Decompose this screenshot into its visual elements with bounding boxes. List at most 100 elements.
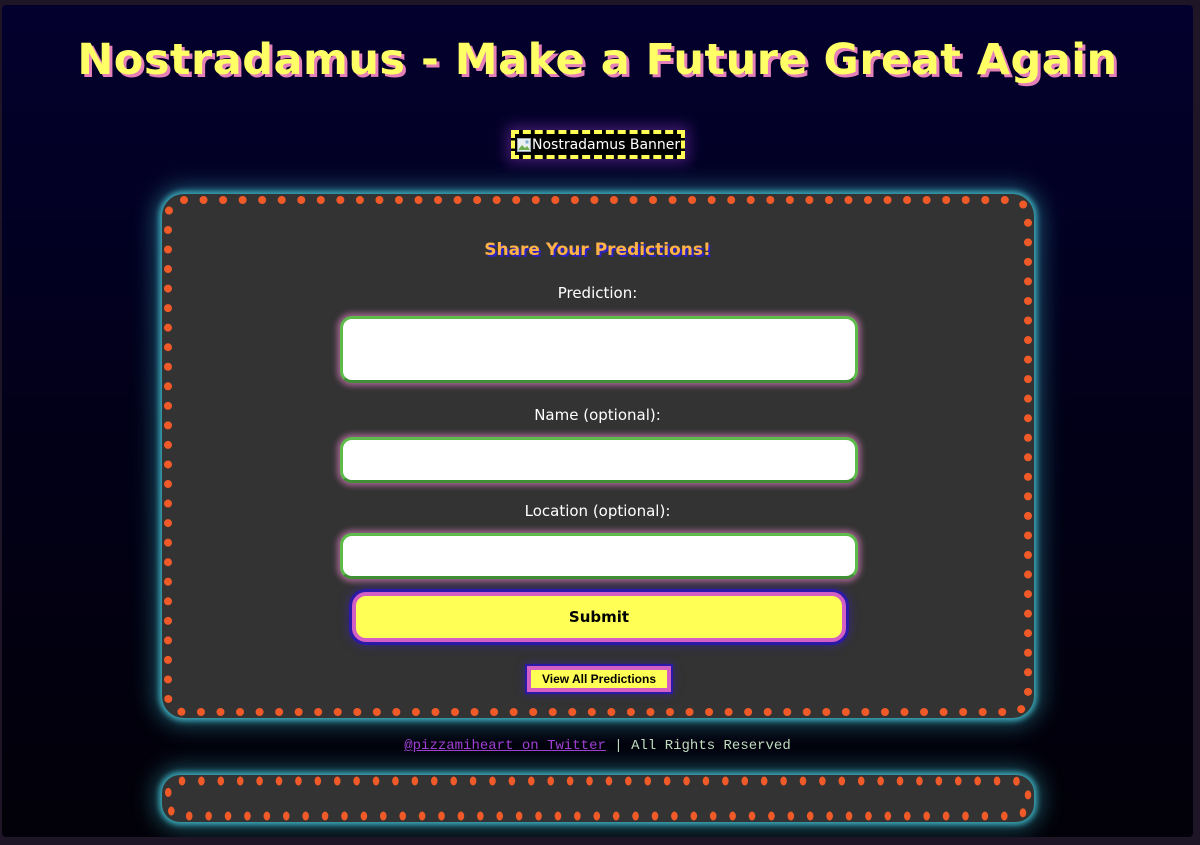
border-dot [942, 811, 950, 821]
footer: @pizzamiheart on Twitter | All Rights Re… [2, 738, 1193, 754]
border-dot [729, 811, 736, 821]
border-dot [864, 196, 873, 204]
border-dot [263, 811, 271, 821]
border-dot [164, 538, 173, 547]
border-dot [1000, 196, 1009, 204]
border-dot [450, 776, 457, 786]
border-dot [399, 811, 407, 821]
border-dot [411, 776, 419, 786]
border-dot [1017, 705, 1026, 714]
border-dot [180, 196, 188, 204]
border-dot [903, 811, 911, 821]
border-dot [880, 708, 889, 717]
border-dot [707, 196, 716, 204]
name-input[interactable] [340, 437, 858, 483]
banner-image: Nostradamus Banner [511, 130, 685, 159]
border-dot [314, 776, 322, 786]
border-dot [1024, 316, 1032, 325]
border-dot [551, 196, 560, 204]
twitter-link[interactable]: @pizzamiheart on Twitter [404, 738, 606, 754]
border-dot [705, 708, 714, 717]
border-dot [547, 776, 555, 786]
border-dot [844, 196, 853, 204]
border-dot [690, 811, 698, 821]
border-dot [275, 776, 283, 786]
border-dot [629, 196, 638, 204]
border-dot [341, 811, 348, 821]
border-dot [392, 708, 401, 716]
border-dot [612, 811, 620, 821]
border-dot [372, 776, 380, 786]
border-dot [168, 806, 175, 816]
border-dot [492, 196, 501, 204]
location-input[interactable] [340, 533, 858, 579]
border-dot [685, 708, 694, 717]
rights-text: All Rights Reserved [631, 738, 791, 754]
border-dot [884, 811, 892, 821]
border-dot [164, 382, 172, 391]
border-dot [164, 636, 173, 645]
border-dot [294, 708, 303, 716]
border-dot [314, 708, 323, 716]
border-dot [935, 776, 943, 786]
border-dot [469, 776, 477, 786]
border-dot [668, 196, 677, 204]
prediction-input[interactable] [340, 316, 858, 383]
border-dot [1024, 531, 1032, 540]
border-dot [861, 708, 870, 717]
border-dot [683, 776, 690, 786]
border-dot [785, 196, 794, 204]
border-dot [625, 776, 632, 786]
border-dot [196, 708, 205, 716]
border-dot [665, 708, 674, 717]
border-dot [1024, 668, 1032, 677]
border-dot [353, 776, 360, 786]
border-dot [802, 708, 811, 717]
border-dot [822, 708, 831, 717]
border-dot [199, 196, 208, 204]
border-dot [993, 776, 1001, 786]
border-dot [255, 708, 264, 716]
border-dot [877, 776, 884, 786]
border-dot [1024, 336, 1032, 345]
dotted-border [164, 776, 1032, 821]
border-dot [430, 776, 438, 786]
name-label: Name (optional): [534, 406, 661, 424]
submit-button[interactable]: Submit [352, 592, 846, 642]
border-dot [164, 694, 173, 703]
border-dot [922, 196, 931, 204]
border-dot [1019, 808, 1027, 818]
border-dot [434, 196, 443, 204]
border-dot [609, 196, 618, 204]
border-dot [783, 708, 792, 717]
border-dot [164, 460, 173, 469]
border-dot [883, 196, 892, 204]
border-dot [353, 708, 362, 716]
banner-alt-text: Nostradamus Banner [532, 136, 681, 153]
border-dot [470, 708, 479, 716]
border-dot [411, 708, 420, 716]
border-dot [766, 196, 775, 204]
border-dot [244, 811, 251, 821]
border-dot [1024, 590, 1032, 599]
border-dot [1024, 648, 1032, 657]
border-dot [1000, 811, 1008, 821]
border-dot [954, 776, 962, 786]
border-dot [164, 343, 172, 352]
border-dot [826, 811, 833, 821]
border-dot [857, 776, 865, 786]
border-dot [702, 776, 710, 786]
border-dot [768, 811, 775, 821]
border-dot [282, 811, 290, 821]
border-dot [1024, 355, 1032, 364]
border-dot [414, 196, 423, 204]
border-dot [819, 776, 826, 786]
border-dot [903, 196, 912, 204]
border-dot [164, 519, 173, 528]
border-dot [900, 708, 909, 717]
view-all-predictions-button[interactable]: View All Predictions [527, 666, 671, 692]
border-dot [219, 196, 228, 204]
border-dot [805, 196, 814, 204]
border-dot [236, 776, 244, 786]
border-dot [457, 811, 465, 821]
